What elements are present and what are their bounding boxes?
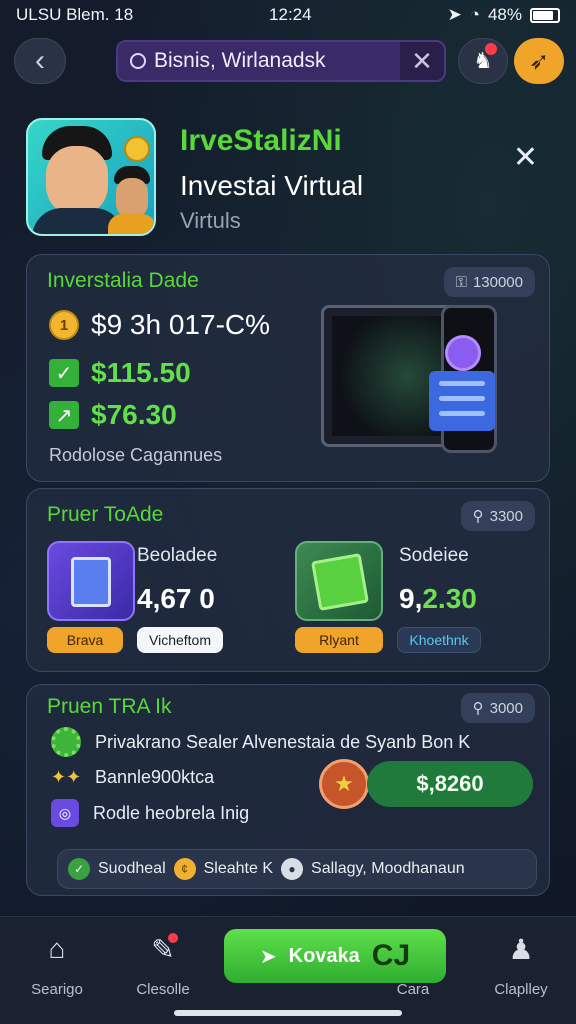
left-chip-primary[interactable]: Brava <box>47 627 123 653</box>
send-icon: ➤ <box>259 945 277 968</box>
status-bar: ULSU Blem. 18 12:24 ➤ ◔ 48% <box>0 0 576 30</box>
edit-icon: ✎ <box>151 934 175 965</box>
carrier-label: ULSU Blem. 18 <box>16 5 134 24</box>
device-illustration <box>321 305 497 455</box>
search-icon: ⚲ <box>472 508 484 525</box>
strip-item: Sleahte K <box>203 860 274 877</box>
gain-value: $115.50 <box>91 357 191 388</box>
list-item-text: Bannle900ktca <box>95 767 215 787</box>
shield-icon: ✓ <box>68 858 90 880</box>
search-tag: Bisnis, Wirlanadsk <box>118 42 400 80</box>
check-icon: ✓ <box>49 359 79 387</box>
list-item[interactable]: ✦✦ Bannle900ktca <box>51 767 214 788</box>
status-time: 12:24 <box>269 5 312 24</box>
nav-item-profile[interactable]: ♟ Claplley <box>476 933 566 998</box>
status-icons: ➤ ◔ 48% <box>447 5 560 25</box>
battery-icon <box>530 7 560 23</box>
balance-row: 1 $9 3h 017-C% <box>49 309 270 341</box>
search-tag-text: Bisnis, Wirlanadsk <box>154 49 326 72</box>
right-value: 9,2.30 <box>399 583 477 614</box>
nav-label: Clesolle <box>136 981 190 998</box>
hero-caption: Virtuls <box>180 208 241 233</box>
gain-row: ✓ $115.50 <box>49 357 191 389</box>
star-medal-icon: ★ <box>319 759 369 809</box>
right-chip-secondary[interactable]: Khoethnk <box>397 627 481 653</box>
right-chip-primary[interactable]: Rlyant <box>295 627 383 653</box>
card-pill[interactable]: ⚲ 3000 <box>460 693 535 723</box>
back-button[interactable]: ‹ <box>14 38 66 84</box>
trade-card[interactable]: Pruer ToAde ⚲ 3300 Beoladee 4,67 0 Brava… <box>26 488 550 672</box>
search-icon: ⚲ <box>472 700 484 717</box>
notification-dot <box>485 43 497 55</box>
amount-button[interactable]: $,8260 <box>367 761 533 807</box>
hero-title: IrveStalizNi <box>180 124 342 157</box>
location-icon: ➤ <box>447 5 462 24</box>
hero-subtitle: Investai Virtual <box>180 170 364 201</box>
cta-caption: Cara <box>396 981 430 998</box>
gear-icon <box>51 727 81 757</box>
wifi-icon: ◔ <box>469 5 480 24</box>
lock-icon: ⚿ <box>455 273 467 291</box>
card-footer-text: Rodolose Cagannues <box>49 445 223 465</box>
battery-percent: 48% <box>487 5 522 24</box>
left-chip-secondary[interactable]: Vicheftom <box>137 627 223 653</box>
profit-value: $76.30 <box>91 399 177 430</box>
document-tile[interactable] <box>47 541 135 621</box>
top-bar: ‹ Bisnis, Wirlanadsk ✕ ♞ ➶ <box>0 38 576 84</box>
chart-icon: ↗ <box>49 401 79 429</box>
badge-icon: ● <box>281 858 304 880</box>
track-card[interactable]: Pruen TRA Ik ⚲ 3000 Privakrano Sealer Al… <box>26 684 550 896</box>
nav-item-home[interactable]: ⌂ Searigo <box>12 933 102 998</box>
nav-item-edit[interactable]: ✎ Clesolle <box>118 933 208 998</box>
balance-value: $9 3h 017-C% <box>91 309 271 340</box>
coin-icon <box>124 136 150 162</box>
list-item[interactable]: ◎ Rodle heobrela Inig <box>51 799 249 827</box>
hero-section: IrveStalizNi Investai Virtual Virtuls ✕ <box>26 118 556 240</box>
left-label: Beoladee <box>137 545 218 566</box>
cta-label: Kovaka <box>288 944 360 967</box>
profile-button[interactable]: ♞ <box>458 38 508 84</box>
primary-action-button[interactable]: ➤ Kovaka CJ <box>224 929 446 983</box>
cta-big-text: CJ <box>371 939 411 972</box>
ring-icon: ◎ <box>51 799 79 827</box>
left-value: 4,67 0 <box>137 583 215 614</box>
app-avatar <box>26 118 156 236</box>
money-tile[interactable] <box>295 541 383 621</box>
card-pill[interactable]: ⚲ 3300 <box>460 501 535 531</box>
coin-icon: 1 <box>49 310 79 340</box>
tag-circle-icon <box>130 53 146 69</box>
strip-item: Sallagy, Moodhanaun <box>311 860 465 877</box>
chevron-left-icon: ‹ <box>35 44 45 77</box>
coin-icon: ¢ <box>173 858 196 880</box>
card-pill-value: 3300 <box>489 507 523 525</box>
card-pill-value: 3000 <box>489 699 523 717</box>
sparkle-icon: ✦✦ <box>51 767 82 787</box>
clear-search-button[interactable]: ✕ <box>400 46 444 77</box>
card-title: Inverstalia Dade <box>47 269 199 292</box>
card-pill[interactable]: ⚿ 130000 <box>443 267 535 297</box>
list-item-text: Privakrano Sealer Alvenestaia de Syanb B… <box>95 731 471 752</box>
notification-dot <box>168 933 178 943</box>
nav-label: Searigo <box>31 981 83 998</box>
user-icon: ♟ <box>508 934 534 965</box>
search-field[interactable]: Bisnis, Wirlanadsk ✕ <box>116 40 446 82</box>
card-pill-value: 130000 <box>472 273 523 291</box>
list-item-text: Rodle heobrela Inig <box>93 802 250 823</box>
nav-label: Claplley <box>494 981 548 998</box>
bottom-nav: ⌂ Searigo ✎ Clesolle ➤ Kovaka CJ Cara ♟ … <box>0 916 576 1024</box>
list-item[interactable]: Privakrano Sealer Alvenestaia de Syanb B… <box>51 727 470 757</box>
profit-row: ↗ $76.30 <box>49 399 177 431</box>
close-icon[interactable]: ✕ <box>513 140 538 175</box>
rocket-icon: ➶ <box>528 47 550 75</box>
home-icon: ⌂ <box>48 933 66 964</box>
home-indicator <box>174 1010 402 1016</box>
right-label: Sodeiee <box>399 545 469 566</box>
info-strip[interactable]: ✓ Suodheal ¢ Sleahte K ● Sallagy, Moodha… <box>57 849 537 889</box>
card-title: Pruer ToAde <box>47 503 164 526</box>
rocket-button[interactable]: ➶ <box>514 38 564 84</box>
card-title: Pruen TRA Ik <box>47 695 172 718</box>
strip-item: Suodheal <box>98 860 166 877</box>
investment-card[interactable]: Inverstalia Dade ⚿ 130000 1 $9 3h 017-C%… <box>26 254 550 482</box>
